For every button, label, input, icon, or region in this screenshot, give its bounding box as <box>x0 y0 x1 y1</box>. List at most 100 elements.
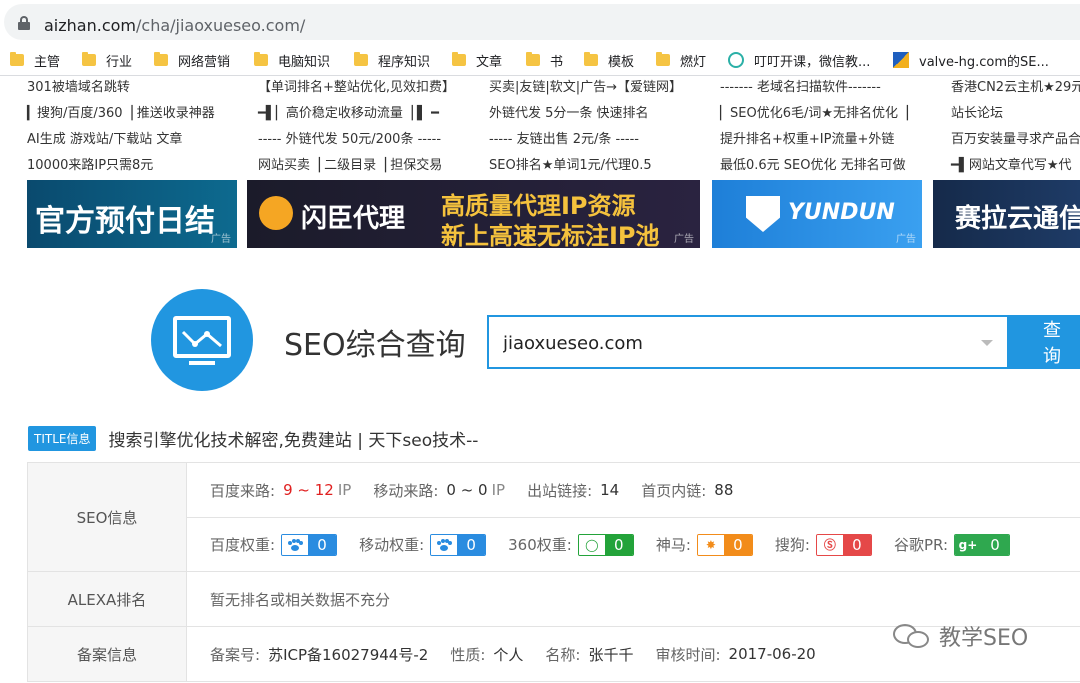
folder-icon <box>584 52 598 66</box>
title-info-badge: TITLE信息 <box>28 425 97 451</box>
bookmark-wangluo[interactable]: 网络营销 <box>154 51 230 70</box>
seo-info-row: SEO信息 百度来路: 9 ~ 12 IP 移动来路: 0 ~ 0 IP 出站链接: 1… <box>27 463 1080 572</box>
ad-link[interactable]: 外链代发 5分一条 快速排名 <box>489 102 649 121</box>
outbound-links: 出站链接: 14 <box>527 481 620 500</box>
homepage-inner-links: 首页内链: 88 <box>641 481 734 500</box>
icp-audit-time: 审核时间: 2017-06-20 <box>655 645 816 664</box>
title-info-row: TITLE信息 搜索引擎优化技术解密,免费建站 | 天下seo技术-- <box>28 425 478 451</box>
baidu-paw-icon <box>282 534 309 555</box>
ad-link[interactable]: ----- 外链代发 50元/200条 ----- <box>258 128 441 147</box>
folder-icon <box>10 52 24 66</box>
alexa-value: 暂无排名或相关数据不充分 <box>210 590 391 609</box>
bookmark-muban[interactable]: 模板 <box>584 51 634 70</box>
icp-nature: 性质: 个人 <box>450 645 524 664</box>
baidu-weight-badge[interactable]: 0 <box>281 533 338 556</box>
ad-link[interactable]: ━▌▏高价稳定收移动流量▕ ▌ ━ <box>258 102 439 121</box>
traffic-subrow: 百度来路: 9 ~ 12 IP 移动来路: 0 ~ 0 IP 出站链接: 14 首页内链… <box>187 463 1080 517</box>
shenma-weight-badge[interactable]: ✸ 0 <box>696 533 753 556</box>
ad-link[interactable]: 301被墙域名跳转 <box>27 76 130 95</box>
alexa-label: ALEXA排名 <box>27 572 187 626</box>
folder-icon <box>526 52 540 66</box>
banner-ad-prepaid[interactable]: 官方预付日结 广告 <box>27 180 237 248</box>
baidu-weight: 百度权重: 0 <box>210 533 338 556</box>
bookmark-randeng[interactable]: 燃灯 <box>656 51 706 70</box>
course-icon <box>728 52 744 68</box>
google-pr: 谷歌PR: g+ 0 <box>894 533 1010 556</box>
ad-link[interactable]: ▏SEO优化6毛/词★无排名优化▕ <box>720 102 908 121</box>
google-plus-icon: g+ <box>955 534 981 555</box>
mobile-paw-icon <box>431 534 458 555</box>
monitor-chart-icon <box>173 316 231 358</box>
mobile-weight: 移动权重: 0 <box>359 533 487 556</box>
bookmark-dingding[interactable]: 叮叮开课，微信教... <box>728 51 870 70</box>
wechat-watermark: 教学SEO <box>893 620 1028 652</box>
icp-name: 名称: 张千千 <box>545 645 634 664</box>
mobile-weight-badge[interactable]: 0 <box>430 533 487 556</box>
seo-logo <box>151 289 253 391</box>
ad-links-row: 10000来路IP只需8元 网站买卖▕ 二级目录▕ 担保交易 SEO排名★单词1… <box>0 154 1080 176</box>
folder-icon <box>354 52 368 66</box>
bookmark-shu[interactable]: 书 <box>526 51 563 70</box>
ad-link[interactable]: 香港CN2云主机★29元 <box>951 76 1080 95</box>
bookmark-wenzhang[interactable]: 文章 <box>452 51 502 70</box>
shield-icon <box>746 196 780 232</box>
google-pr-badge[interactable]: g+ 0 <box>954 533 1010 556</box>
ad-link[interactable]: ----- 友链出售 2元/条 ----- <box>489 128 639 147</box>
weights-subrow: 百度权重: 0 移动权重: 0 360权重: ◯ 0 神马: ✸ 0 搜狗: Ⓢ… <box>187 517 1080 571</box>
ad-link[interactable]: AI生成 游戏站/下载站 文章 <box>27 128 182 147</box>
bookmark-zhuguan[interactable]: 主管 <box>10 51 60 70</box>
page-title: SEO综合查询 <box>284 328 466 363</box>
mobile-traffic: 移动来路: 0 ~ 0 IP <box>373 481 506 500</box>
sogou-weight: 搜狗: Ⓢ 0 <box>775 533 872 556</box>
url-field[interactable]: aizhan.com/cha/jiaoxueseo.com/ <box>4 4 1080 40</box>
bookmark-diannao[interactable]: 电脑知识 <box>254 51 330 70</box>
ad-link[interactable]: 站长论坛 <box>951 102 1003 121</box>
ad-link[interactable]: 百万安装量寻求产品合作 <box>951 128 1080 147</box>
ad-links-row: 301被墙域名跳转 【单词排名+整站优化,见效扣费】 买卖|友链|软文|广告→【… <box>0 76 1080 98</box>
folder-icon <box>656 52 670 66</box>
seo-info-label: SEO信息 <box>27 463 187 571</box>
site-icon <box>893 52 909 68</box>
ad-links-grid: 301被墙域名跳转 【单词排名+整站优化,见效扣费】 买卖|友链|软文|广告→【… <box>0 76 1080 176</box>
wechat-icon <box>893 622 933 650</box>
bookmark-valve[interactable]: valve-hg.com的SE... <box>893 51 1049 70</box>
ad-link[interactable]: ------- 老域名扫描软件------- <box>720 76 881 95</box>
domain-search-input[interactable] <box>503 331 973 355</box>
ad-links-row: AI生成 游戏站/下载站 文章 ----- 外链代发 50元/200条 ----… <box>0 128 1080 150</box>
dropdown-caret-icon[interactable] <box>981 340 993 346</box>
ad-links-row: ▎搜狗/百度/360▕ 推送收录神器 ━▌▏高价稳定收移动流量▕ ▌ ━ 外链代… <box>0 102 1080 124</box>
ad-link[interactable]: 网站买卖▕ 二级目录▕ 担保交易 <box>258 154 442 173</box>
sogou-weight-badge[interactable]: Ⓢ 0 <box>815 533 872 556</box>
bookmark-chengxu[interactable]: 程序知识 <box>354 51 430 70</box>
lock-icon[interactable] <box>18 16 30 30</box>
bookmark-hangye[interactable]: 行业 <box>82 51 132 70</box>
banner-ad-proxy[interactable]: 闪臣代理 高质量代理IP资源 新上高速无标注IP池 广告 <box>247 180 700 248</box>
url-text[interactable]: aizhan.com/cha/jiaoxueseo.com/ <box>44 16 305 35</box>
ad-link[interactable]: 买卖|友链|软文|广告→【爱链网】 <box>489 76 682 95</box>
folder-icon <box>452 52 466 66</box>
search-box <box>487 315 1007 369</box>
ad-link[interactable]: ▎搜狗/百度/360▕ 推送收录神器 <box>27 102 215 121</box>
icp-number: 备案号: 苏ICP备16027944号-2 <box>210 644 429 665</box>
query-button[interactable]: 查询 <box>1007 315 1080 369</box>
bookmarks-bar: 主管 行业 网络营销 电脑知识 程序知识 文章 书 模板 燃灯 叮叮开课，微信教… <box>0 44 1080 76</box>
lightning-icon <box>259 196 293 230</box>
sogou-icon: Ⓢ <box>816 534 843 555</box>
ad-link[interactable]: SEO排名★单词1元/代理0.5 <box>489 154 652 173</box>
banner-ad-yundun[interactable]: YUNDUN 广告 <box>712 180 922 248</box>
ad-link[interactable]: 提升排名+权重+IP流量+外链 <box>720 128 894 147</box>
shenma-weight: 神马: ✸ 0 <box>656 533 753 556</box>
icp-number-link[interactable]: 苏ICP备16027944号-2 <box>268 644 428 665</box>
360-weight-badge[interactable]: ◯ 0 <box>577 533 634 556</box>
icp-label: 备案信息 <box>27 627 187 681</box>
ad-link[interactable]: 10000来路IP只需8元 <box>27 154 153 173</box>
banner-ad-saila[interactable]: 赛拉云通信 <box>933 180 1080 248</box>
ad-link[interactable]: ━▌网站文章代写★代 <box>951 154 1071 173</box>
alexa-row: ALEXA排名 暂无排名或相关数据不充分 <box>27 572 1080 627</box>
baidu-traffic: 百度来路: 9 ~ 12 IP <box>210 481 352 500</box>
ad-link[interactable]: 最低0.6元 SEO优化 无排名可做 <box>720 154 906 173</box>
folder-icon <box>82 52 96 66</box>
address-bar: aizhan.com/cha/jiaoxueseo.com/ <box>0 0 1080 44</box>
ad-link[interactable]: 【单词排名+整站优化,见效扣费】 <box>258 76 455 95</box>
360-icon: ◯ <box>578 534 605 555</box>
